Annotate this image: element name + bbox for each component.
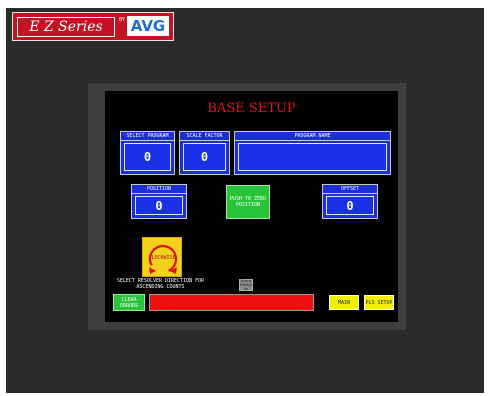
pls-setup-button[interactable]: PLS SETUP	[364, 295, 394, 310]
ez-series-logo: E Z Series	[17, 17, 115, 37]
alarm-status-bar	[149, 294, 314, 311]
clockwise-label: CLOCKWISE	[148, 255, 176, 261]
select-program-label: SELECT PROGRAM	[121, 132, 174, 141]
position-value[interactable]: 0	[135, 196, 183, 215]
by-label: BY	[119, 17, 126, 23]
push-to-zero-button[interactable]: PUSH TO ZERO POSITION	[226, 185, 270, 219]
program-name-label: PROGRAM NAME	[235, 132, 390, 141]
select-program-panel[interactable]: SELECT PROGRAM 0	[120, 131, 175, 175]
offset-value[interactable]: 0	[326, 196, 374, 215]
main-button[interactable]: MAIN	[329, 295, 359, 310]
brand-header: E Z Series BY AVG	[12, 12, 174, 41]
program-name-value[interactable]	[238, 143, 387, 171]
clockwise-button[interactable]: CLOCKWISE	[142, 237, 182, 277]
hmi-screen: BASE SETUP SELECT PROGRAM 0 SCALE FACTOR…	[105, 91, 398, 322]
offset-label: OFFSET	[323, 185, 377, 194]
scale-factor-label: SCALE FACTOR	[180, 132, 229, 141]
clear-errors-button[interactable]: CLEAR ERRORS	[113, 294, 145, 311]
resolver-direction-hint: SELECT RESOLVER DIRECTION FOR ASCENDING …	[116, 278, 205, 290]
scale-factor-value[interactable]: 0	[183, 143, 226, 171]
program-name-panel[interactable]: PROGRAM NAME	[234, 131, 391, 175]
avg-logo: AVG	[127, 16, 169, 36]
select-program-value[interactable]: 0	[124, 143, 171, 171]
page-title: BASE SETUP	[207, 101, 296, 116]
scale-factor-panel[interactable]: SCALE FACTOR 0	[179, 131, 230, 175]
alarm-status-icon[interactable]: Alarm Status On	[239, 279, 253, 291]
offset-panel[interactable]: OFFSET 0	[322, 184, 378, 219]
position-panel[interactable]: POSITION 0	[131, 184, 187, 219]
position-label: POSITION	[132, 185, 186, 194]
